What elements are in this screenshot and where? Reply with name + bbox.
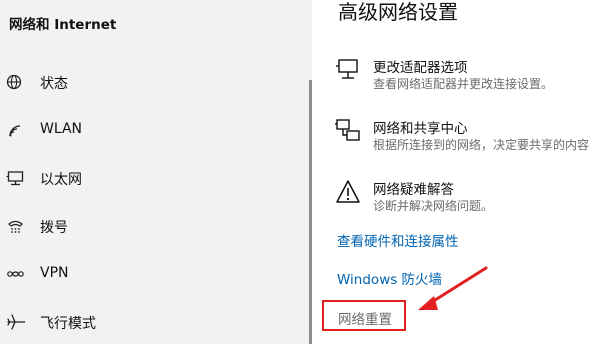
red-arrow-annotation [418,266,488,310]
